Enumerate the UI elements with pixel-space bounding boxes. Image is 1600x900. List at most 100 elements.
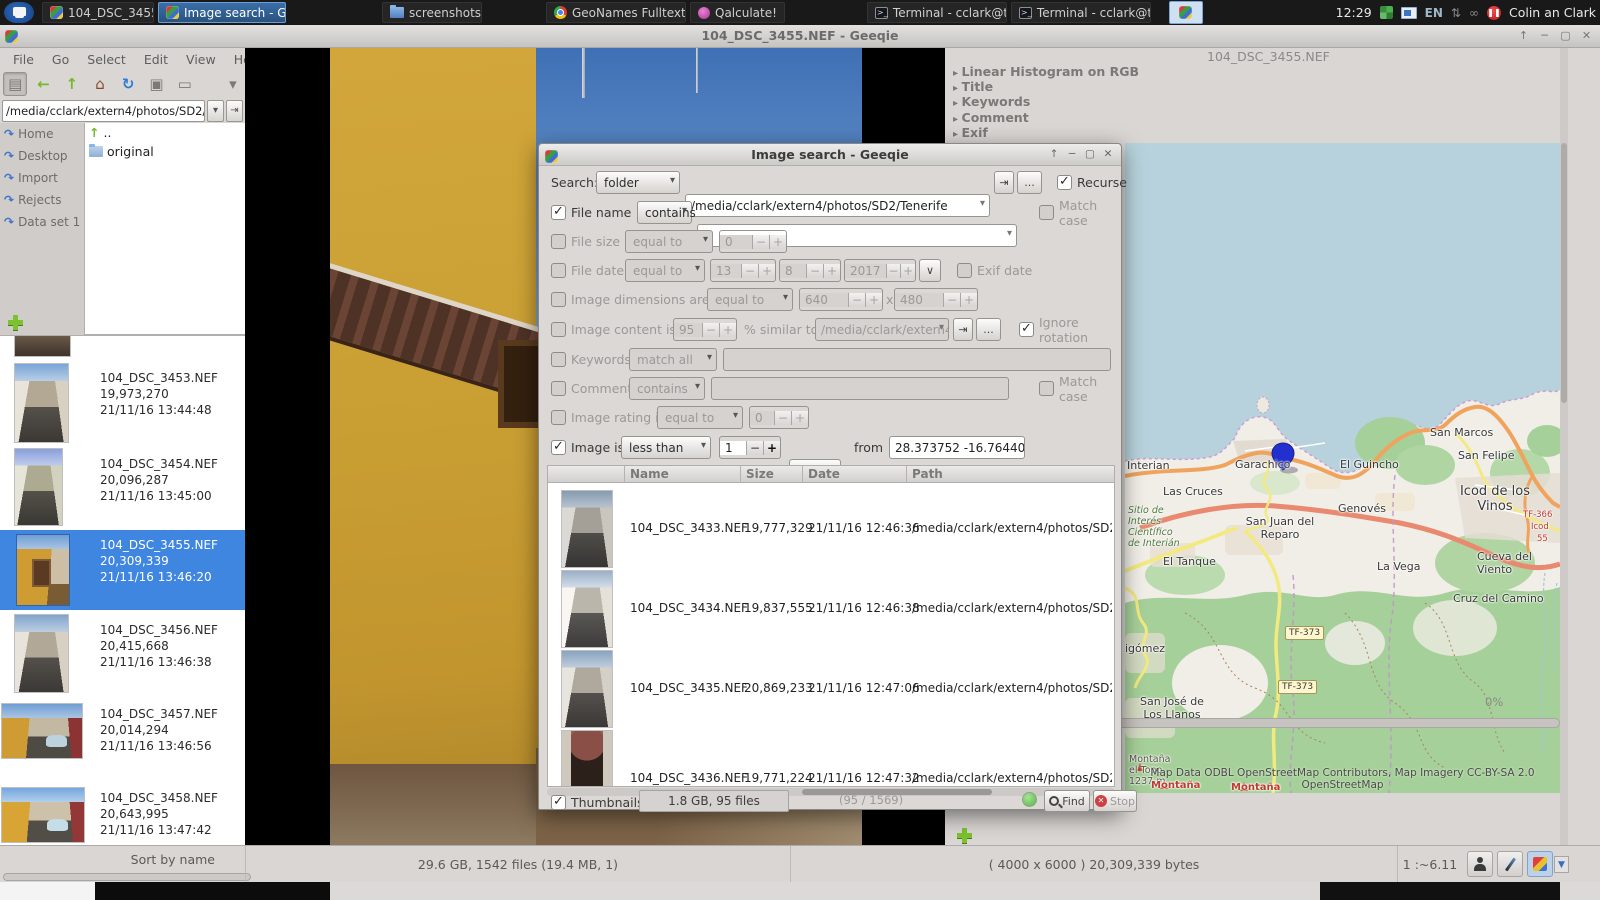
float-panes-button[interactable]: ▣ xyxy=(144,72,168,96)
exif-rotate-button[interactable] xyxy=(1467,851,1493,877)
file-size-value[interactable]: 0 xyxy=(720,235,752,249)
result-row[interactable]: 104_DSC_3433.NEF 19,777,329 21/11/16 12:… xyxy=(548,489,1115,569)
bookmark-rejects[interactable]: ↷Rejects xyxy=(0,189,84,211)
image-dimensions-checkbox[interactable] xyxy=(551,292,566,307)
main-window-titlebar[interactable]: 104_DSC_3455.NEF - Geeqie ↑ ─ ▢ ✕ xyxy=(0,25,1600,48)
task-button-terminal-2[interactable]: >_Terminal - cclark@talltr... xyxy=(1011,2,1151,23)
section-exif[interactable]: Exif xyxy=(953,126,1139,141)
network-updown-icon[interactable]: ⇅ xyxy=(1451,6,1461,20)
geo-op-select[interactable]: less than xyxy=(621,436,711,459)
section-title[interactable]: Title xyxy=(953,80,1139,95)
menu-view[interactable]: View xyxy=(179,50,223,69)
color-management-button[interactable] xyxy=(1527,851,1553,877)
exif-date-checkbox[interactable] xyxy=(957,263,972,278)
browse-button[interactable]: ... xyxy=(1017,171,1042,194)
comment-input[interactable] xyxy=(711,377,1009,400)
file-row-selected[interactable]: 104_DSC_3455.NEF20,309,33921/11/16 13:46… xyxy=(0,530,245,610)
keywords-checkbox[interactable] xyxy=(551,352,566,367)
toolbar-overflow-button[interactable]: ▾ xyxy=(221,72,245,96)
thumbnails-checkbox[interactable] xyxy=(551,795,566,810)
menu-edit[interactable]: Edit xyxy=(137,50,175,69)
maximize-window-button[interactable]: ▢ xyxy=(1558,28,1573,43)
folder-row-original[interactable]: original xyxy=(85,142,245,161)
close-window-button[interactable]: ✕ xyxy=(1579,28,1594,43)
file-name-checkbox[interactable] xyxy=(551,205,566,220)
ignore-rotation-checkbox[interactable] xyxy=(1019,322,1034,337)
hide-bars-button[interactable]: ▭ xyxy=(173,72,197,96)
path-go-button[interactable]: ⇥ xyxy=(953,318,973,341)
section-histogram[interactable]: Linear Histogram on RGB xyxy=(953,65,1139,80)
file-date-op-select[interactable]: equal to xyxy=(625,259,705,282)
task-button-screenshots[interactable]: screenshots xyxy=(382,2,482,23)
file-row[interactable]: 104_DSC_3454.NEF20,096,28721/11/16 13:45… xyxy=(0,446,245,530)
keywords-input[interactable] xyxy=(723,348,1111,371)
similarity-value[interactable]: 95 xyxy=(674,323,702,337)
home-button[interactable]: ⌂ xyxy=(88,72,112,96)
keywords-op-select[interactable]: match all xyxy=(629,348,717,371)
column-date[interactable]: Date xyxy=(808,467,840,481)
find-button[interactable]: Find xyxy=(1044,790,1090,812)
up-button[interactable]: ↑ xyxy=(60,72,84,96)
menu-go[interactable]: Go xyxy=(45,50,76,69)
dimensions-op-select[interactable]: equal to xyxy=(707,288,793,311)
browse-button[interactable]: ... xyxy=(976,318,1001,341)
file-size-op-select[interactable]: equal to xyxy=(625,230,713,253)
task-button-geonames[interactable]: GeoNames Fulltextsear... xyxy=(546,2,686,23)
rating-op-select[interactable]: equal to xyxy=(657,406,743,429)
file-date-checkbox[interactable] xyxy=(551,263,566,278)
search-type-select[interactable]: folder xyxy=(596,171,680,194)
add-map-point-button[interactable] xyxy=(957,828,972,843)
column-size[interactable]: Size xyxy=(746,467,774,481)
match-case-checkbox[interactable] xyxy=(1039,205,1054,220)
close-window-button[interactable]: ✕ xyxy=(1101,147,1115,161)
result-row[interactable]: 104_DSC_3435.NEF 20,869,233 21/11/16 12:… xyxy=(548,649,1115,729)
path-input[interactable]: /media/cclark/extern4/photos/SD2/Ten xyxy=(2,100,205,122)
date-day-value[interactable]: 13 xyxy=(711,264,741,278)
result-row[interactable]: 104_DSC_3434.NEF 19,837,555 21/11/16 12:… xyxy=(548,569,1115,649)
view-list-toggle-button[interactable]: ▤ xyxy=(3,72,27,96)
path-go-button[interactable]: ⇥ xyxy=(226,100,243,122)
minimize-window-button[interactable]: ─ xyxy=(1537,28,1552,43)
file-size-checkbox[interactable] xyxy=(551,234,566,249)
search-results-list[interactable]: 104_DSC_3433.NEF 19,777,329 21/11/16 12:… xyxy=(547,483,1115,787)
dialog-titlebar[interactable]: Image search - Geeqie ↑ ─ ▢ ✕ xyxy=(539,144,1121,166)
add-bookmark-button[interactable] xyxy=(8,315,23,330)
height-value[interactable]: 480 xyxy=(895,293,943,307)
distance-value[interactable]: 1 xyxy=(720,441,746,455)
show-desktop-icon[interactable] xyxy=(4,2,34,23)
shade-window-button[interactable]: ↑ xyxy=(1516,28,1531,43)
coordinates-input[interactable]: 28.373752 -16.764400 xyxy=(889,436,1025,459)
section-comment[interactable]: Comment xyxy=(953,111,1139,126)
edit-marks-button[interactable] xyxy=(1497,851,1523,877)
similar-path-input[interactable]: /media/cclark/extern4/p xyxy=(815,318,949,341)
column-name[interactable]: Name xyxy=(630,467,669,481)
thumbnail-partial[interactable] xyxy=(15,336,70,356)
match-case-checkbox[interactable] xyxy=(1039,381,1054,396)
task-button-image-search[interactable]: Image search - Geeqie xyxy=(158,2,286,23)
file-row[interactable]: 104_DSC_3458.NEF20,643,99521/11/16 13:47… xyxy=(0,780,245,845)
result-row[interactable]: 104_DSC_3436.NEF 19,771,224 21/11/16 12:… xyxy=(548,729,1115,787)
width-value[interactable]: 640 xyxy=(800,293,848,307)
minimize-window-button[interactable]: ─ xyxy=(1065,147,1079,161)
file-row[interactable]: 104_DSC_3456.NEF20,415,66821/11/16 13:46… xyxy=(0,612,245,696)
back-button[interactable]: ← xyxy=(31,72,55,96)
folder-up-row[interactable]: ↑.. xyxy=(85,123,245,142)
sidebar-scrollbar[interactable] xyxy=(1560,48,1568,845)
refresh-button[interactable]: ↻ xyxy=(116,72,140,96)
recurse-checkbox[interactable] xyxy=(1057,175,1072,190)
session-tray-icon[interactable]: ❚❚ xyxy=(1487,6,1501,20)
calendar-dropdown-button[interactable]: ∨ xyxy=(919,259,941,282)
stop-button[interactable]: ✕Stop xyxy=(1093,790,1137,812)
section-keywords[interactable]: Keywords xyxy=(953,95,1139,110)
statusbar-down-arrow-button[interactable]: ▼ xyxy=(1554,856,1569,873)
column-path[interactable]: Path xyxy=(912,467,943,481)
task-button-terminal-1[interactable]: >_Terminal - cclark@talltr... xyxy=(867,2,1007,23)
spin-minus-button[interactable]: − xyxy=(752,235,769,249)
path-dropdown-button[interactable]: ▾ xyxy=(207,100,224,122)
file-row[interactable]: 104_DSC_3457.NEF20,014,29421/11/16 13:46… xyxy=(0,696,245,780)
image-is-checkbox[interactable] xyxy=(551,440,566,455)
task-button-qalculate[interactable]: Qalculate! xyxy=(690,2,785,23)
bookmark-home[interactable]: ↷Home xyxy=(0,123,84,145)
map-horizontal-scrollbar[interactable] xyxy=(1045,718,1560,728)
maximize-window-button[interactable]: ▢ xyxy=(1083,147,1097,161)
